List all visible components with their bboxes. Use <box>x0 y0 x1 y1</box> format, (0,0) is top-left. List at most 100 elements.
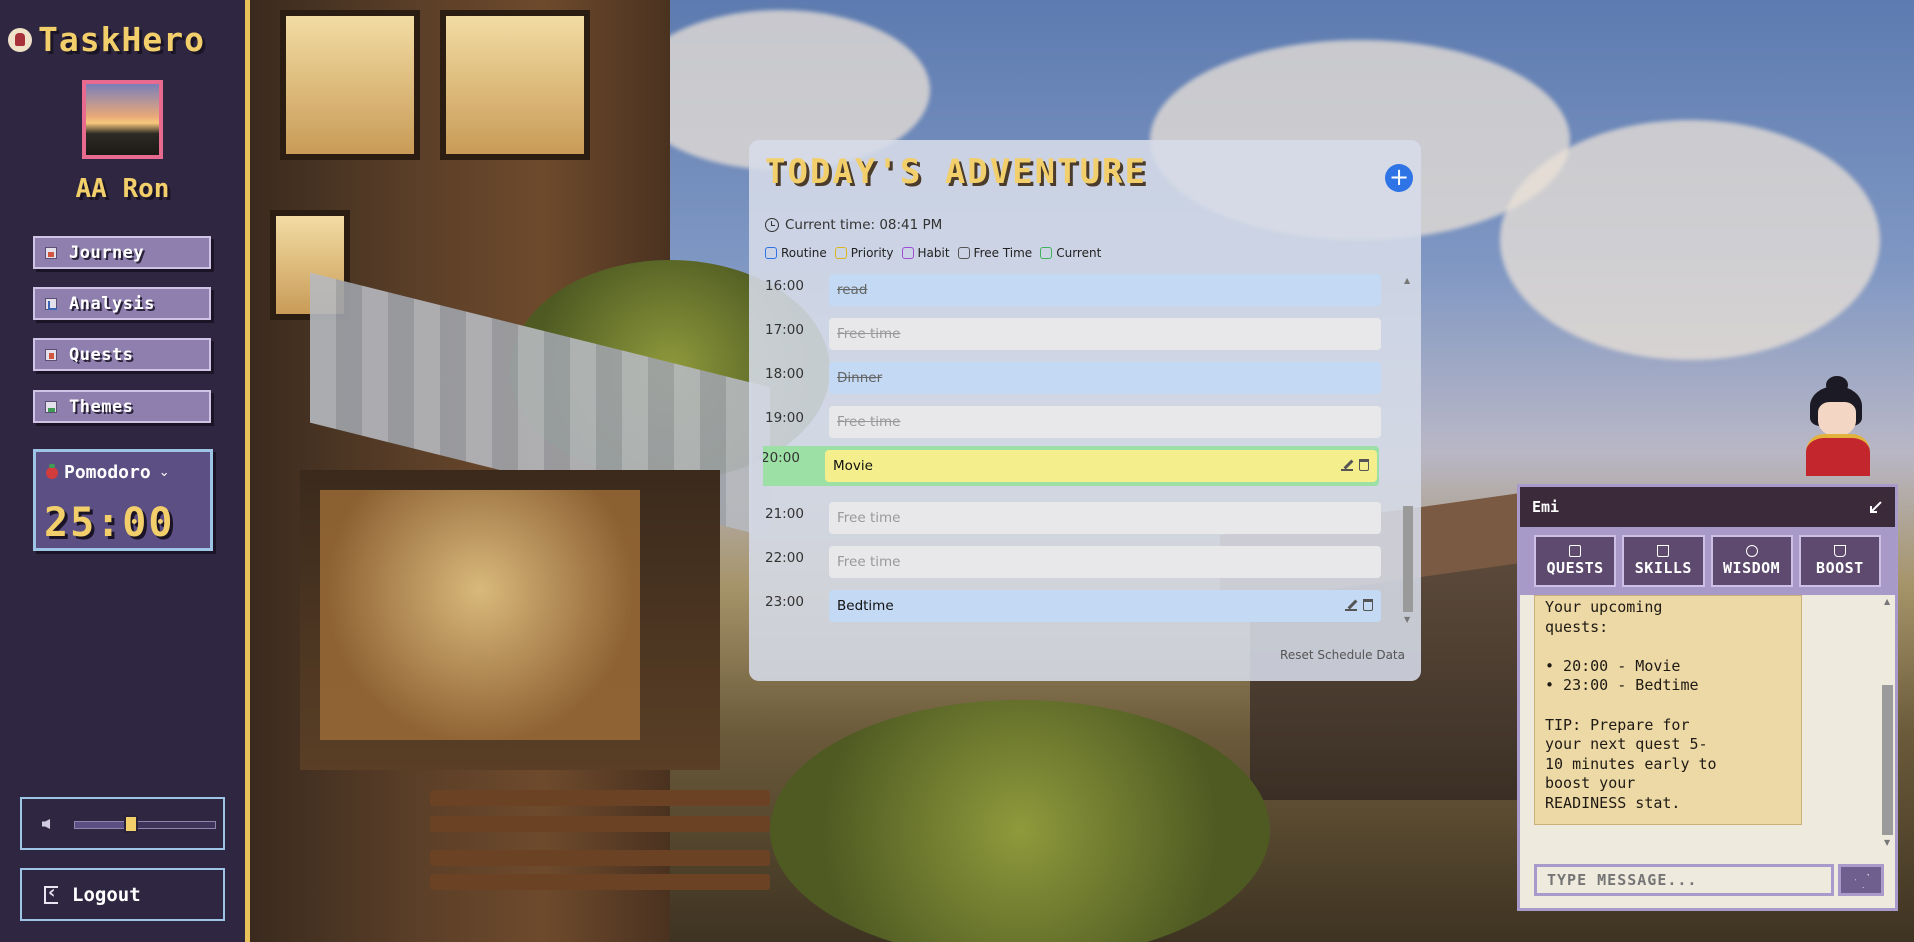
current-time: Current time: 08:41 PM <box>765 217 942 233</box>
chat-tab-quests[interactable]: QUESTS <box>1534 535 1617 587</box>
chat-tab-boost[interactable]: BOOST <box>1798 535 1881 587</box>
journey-icon <box>45 246 57 259</box>
nav-label: Journey <box>69 242 145 263</box>
schedule-panel: TODAY'S ADVENTURE + Current time: 08:41 … <box>749 140 1421 681</box>
pomodoro-toggle[interactable]: Pomodoro ⌄ <box>36 452 210 483</box>
chat-header: Emi <box>1520 487 1895 527</box>
logout-icon <box>44 882 58 904</box>
task-label: Free time <box>837 326 901 342</box>
task-label: Dinner <box>837 370 883 386</box>
task-slot[interactable]: Free time <box>829 546 1381 578</box>
schedule-list: 16:00 read 17:00 Free time 18:00 Dinner 19:00 F… <box>763 274 1399 626</box>
nav-quests-button[interactable]: Quests <box>33 338 211 371</box>
task-actions <box>1341 459 1369 471</box>
task-slot[interactable]: Dinner <box>829 362 1381 394</box>
nav-analysis-button[interactable]: Analysis <box>33 287 211 320</box>
clock-icon <box>1745 545 1758 557</box>
legend-item: Current <box>1040 246 1101 260</box>
scroll-up-icon[interactable]: ▲ <box>1404 276 1410 285</box>
volume-control <box>20 797 225 850</box>
legend: Routine Priority Habit Free Time Current <box>765 246 1101 260</box>
bench-illustration <box>430 790 770 910</box>
collapse-icon[interactable] <box>1869 500 1883 514</box>
chat-tab-label: BOOST <box>1816 559 1864 577</box>
scroll-thumb[interactable] <box>1882 685 1893 835</box>
pencil-icon[interactable] <box>1345 599 1357 611</box>
legend-item: Priority <box>834 246 894 260</box>
row-time: 21:00 <box>765 506 804 522</box>
trash-icon[interactable] <box>1359 459 1369 471</box>
task-label: Free time <box>837 510 901 526</box>
trash-icon[interactable] <box>1363 599 1373 611</box>
task-label: read <box>837 282 868 298</box>
chat-tab-wisdom[interactable]: WISDOM <box>1710 535 1793 587</box>
schedule-row: 18:00 Dinner <box>763 362 1383 398</box>
analysis-icon <box>45 297 57 310</box>
clock-icon <box>765 218 779 232</box>
chat-tab-label: SKILLS <box>1634 559 1692 577</box>
send-icon <box>1855 874 1869 888</box>
task-slot[interactable]: Movie <box>825 450 1377 482</box>
app-title: TaskHero <box>38 20 205 59</box>
legend-label: Priority <box>850 246 894 260</box>
task-slot[interactable]: Free time <box>829 318 1381 350</box>
chat-message: Your upcoming quests: • 20:00 - Movie • … <box>1534 595 1802 825</box>
username: AA Ron <box>75 174 170 204</box>
row-time: 22:00 <box>765 550 804 566</box>
row-time: 17:00 <box>765 322 804 338</box>
task-slot[interactable]: Free time <box>829 502 1381 534</box>
legend-swatch <box>765 247 777 259</box>
task-label: Free time <box>837 414 901 430</box>
legend-swatch <box>1040 247 1053 259</box>
nav-themes-button[interactable]: Themes <box>33 390 211 423</box>
nav-label: Analysis <box>69 293 155 314</box>
avatar[interactable] <box>82 80 163 159</box>
emi-character[interactable] <box>1790 376 1886 476</box>
bush <box>770 700 1270 942</box>
speaker-icon[interactable] <box>42 819 50 829</box>
schedule-row: 16:00 read <box>763 274 1383 310</box>
task-label: Bedtime <box>837 598 894 614</box>
calendar-icon <box>1569 545 1582 557</box>
sidebar: TaskHero AA Ron Journey Analysis Quests … <box>0 0 250 942</box>
row-time: 16:00 <box>765 278 804 294</box>
scroll-down-icon[interactable]: ▼ <box>1404 615 1410 624</box>
pencil-icon[interactable] <box>1341 459 1353 471</box>
chevron-down-icon: ⌄ <box>158 465 170 480</box>
schedule-row: 17:00 Free time <box>763 318 1383 354</box>
schedule-row: 19:00 Free time <box>763 406 1383 442</box>
chat-input[interactable] <box>1534 864 1834 896</box>
cloud <box>1500 120 1880 360</box>
task-actions <box>1345 599 1373 611</box>
task-label: Movie <box>833 458 873 474</box>
scroll-down-icon[interactable]: ▼ <box>1884 838 1890 847</box>
task-slot[interactable]: read <box>829 274 1381 306</box>
chat-tab-label: WISDOM <box>1723 559 1781 577</box>
legend-item: Habit <box>901 246 950 260</box>
scroll-thumb[interactable] <box>1403 506 1413 612</box>
book-icon <box>1657 545 1670 557</box>
task-slot[interactable]: Bedtime <box>829 590 1381 622</box>
coffee-icon <box>1833 545 1846 557</box>
shop-window <box>300 470 720 770</box>
pomodoro-timer[interactable]: 25:00 <box>44 500 174 546</box>
scroll-up-icon[interactable]: ▲ <box>1884 597 1890 606</box>
reset-schedule-link[interactable]: Reset Schedule Data <box>1280 648 1405 662</box>
chat-tabs: QUESTS SKILLS WISDOM BOOST <box>1520 527 1895 595</box>
volume-thumb[interactable] <box>123 815 138 833</box>
row-time: 19:00 <box>765 410 804 426</box>
nav-label: Quests <box>69 344 134 365</box>
chat-tab-skills[interactable]: SKILLS <box>1622 535 1705 587</box>
chat-messages: Your upcoming quests: • 20:00 - Movie • … <box>1520 595 1895 849</box>
legend-swatch <box>957 247 970 259</box>
chat-scrollbar[interactable]: ▲ ▼ <box>1882 595 1893 849</box>
task-slot[interactable]: Free time <box>829 406 1381 438</box>
legend-label: Current <box>1056 246 1102 260</box>
add-task-button[interactable]: + <box>1385 164 1413 192</box>
nav-journey-button[interactable]: Journey <box>33 236 211 269</box>
send-button[interactable] <box>1838 864 1884 896</box>
volume-fill <box>75 822 131 828</box>
logout-button[interactable]: Logout <box>20 868 225 921</box>
volume-slider[interactable] <box>74 821 216 829</box>
schedule-scrollbar[interactable]: ▲ ▼ <box>1403 274 1413 626</box>
